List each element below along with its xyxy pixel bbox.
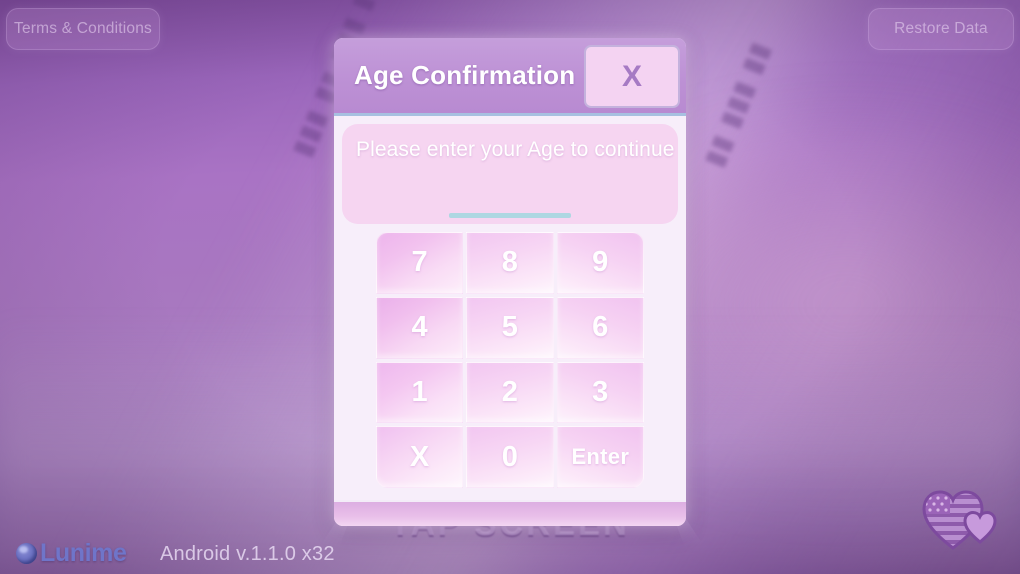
- key-2-label: 2: [501, 375, 519, 408]
- key-5[interactable]: 5: [466, 296, 554, 359]
- key-9[interactable]: 9: [556, 232, 644, 294]
- message-panel: Please enter your Age to continue: [342, 124, 678, 224]
- key-8[interactable]: 8: [466, 232, 554, 294]
- dialog-footer-bar: [334, 500, 686, 526]
- key-6[interactable]: 6: [556, 296, 644, 359]
- dialog-title: Age Confirmation: [354, 60, 576, 90]
- key-7[interactable]: 7: [376, 232, 464, 294]
- key-1[interactable]: 1: [376, 361, 464, 424]
- dialog-message-area: Please enter your Age to continue: [334, 116, 686, 224]
- numeric-keypad: 7 8 9 4 5 6 1 2 3 X 0 Enter: [376, 232, 644, 488]
- app-root: ▮▮▮ ▮▮ ▮▮▮ ▮▮ ▮ ▮▮ ▮▮▮ ▮▮ TAP SCREEN Ter…: [0, 0, 1020, 574]
- key-3[interactable]: 3: [556, 361, 644, 424]
- key-enter-label: Enter: [571, 444, 630, 470]
- lunime-wordmark: Lunime: [40, 539, 127, 567]
- key-backspace-label: X: [409, 440, 430, 473]
- key-4-label: 4: [411, 311, 428, 344]
- key-6-label: 6: [592, 311, 609, 344]
- terms-and-conditions-button[interactable]: Terms & Conditions: [6, 8, 160, 50]
- key-7-label: 7: [411, 246, 428, 279]
- key-1-label: 1: [411, 375, 428, 408]
- keypad-container: 7 8 9 4 5 6 1 2 3 X 0 Enter: [334, 224, 686, 500]
- flag-heart-icon: [922, 490, 997, 550]
- dialog-message: Please enter your Age to continue: [356, 138, 675, 161]
- key-5-label: 5: [501, 311, 519, 344]
- key-backspace[interactable]: X: [376, 426, 464, 488]
- close-button[interactable]: X: [584, 45, 680, 108]
- age-confirmation-dialog: Age Confirmation X Please enter your Age…: [334, 38, 686, 526]
- key-4[interactable]: 4: [376, 296, 464, 359]
- age-input-underline: [449, 213, 571, 218]
- key-8-label: 8: [501, 246, 519, 279]
- key-9-label: 9: [592, 246, 609, 279]
- lunime-logo: Lunime: [16, 539, 127, 568]
- key-0[interactable]: 0: [466, 426, 554, 488]
- version-label: Android v.1.1.0 x32: [160, 543, 335, 565]
- close-icon: X: [621, 59, 642, 93]
- key-3-label: 3: [592, 375, 609, 408]
- key-enter[interactable]: Enter: [556, 426, 644, 488]
- key-0-label: 0: [501, 440, 519, 473]
- key-2[interactable]: 2: [466, 361, 554, 424]
- dialog-title-bar: Age Confirmation X: [334, 38, 686, 116]
- lunime-mark-icon: [16, 543, 37, 564]
- restore-data-button[interactable]: Restore Data: [868, 8, 1014, 50]
- restore-data-label: Restore Data: [894, 20, 988, 37]
- terms-and-conditions-label: Terms & Conditions: [14, 20, 152, 37]
